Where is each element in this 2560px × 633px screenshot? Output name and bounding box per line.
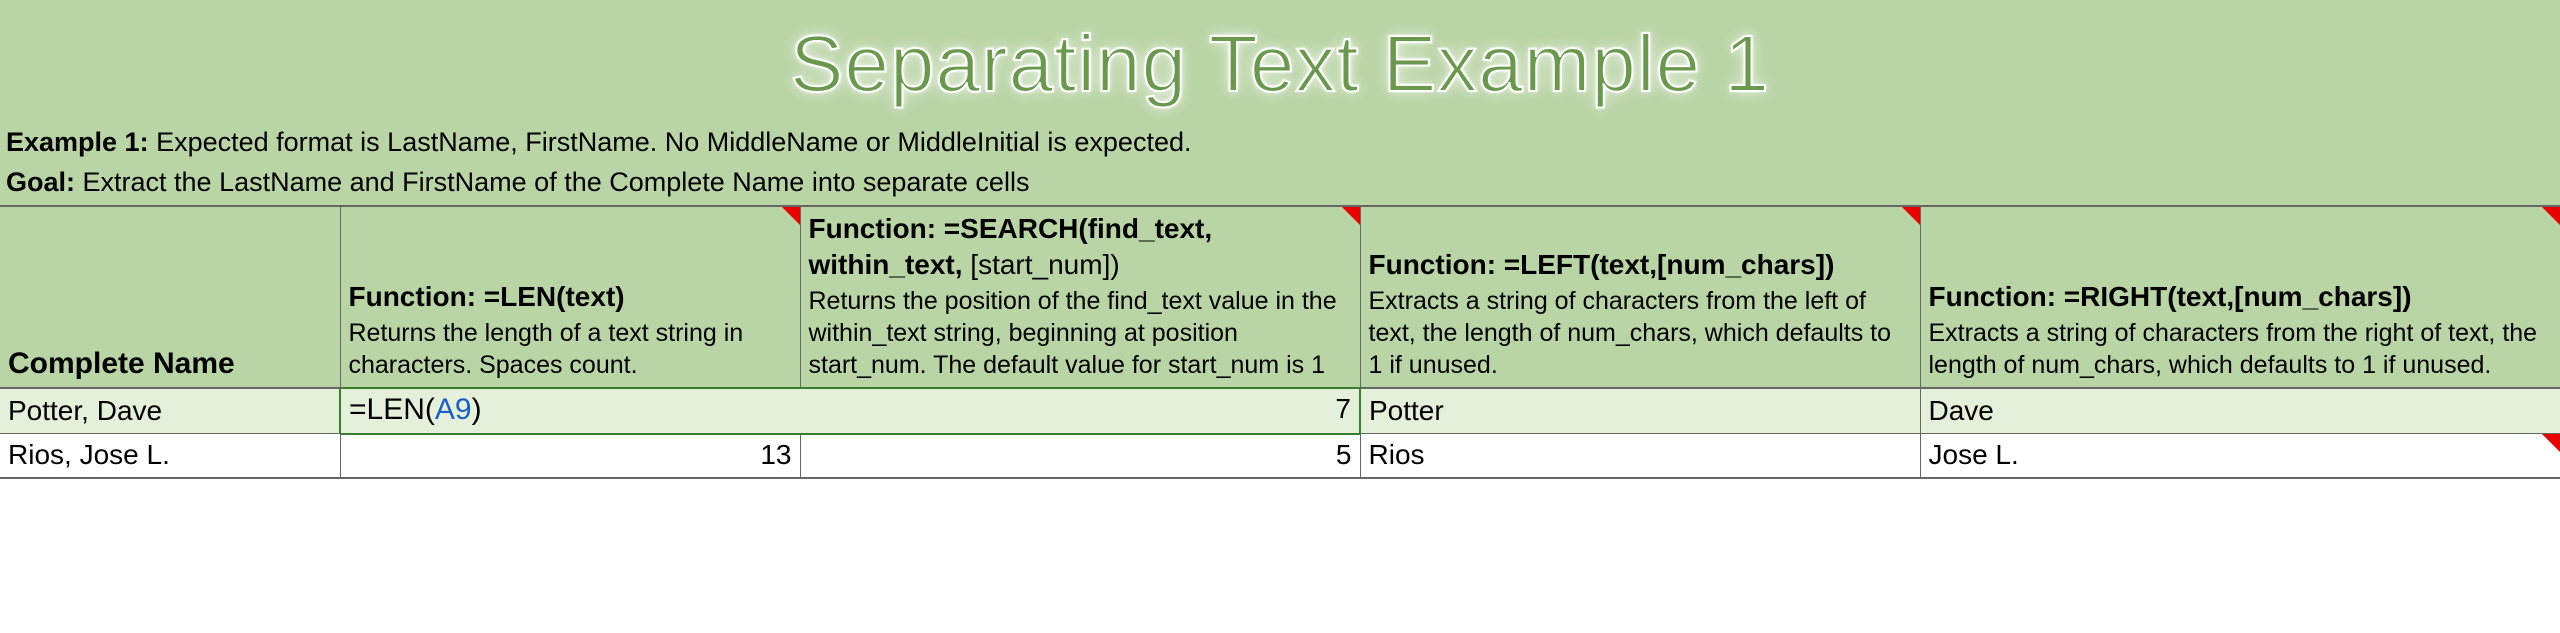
cell-left-0[interactable]: Potter [1360, 388, 1920, 434]
left-desc: Extracts a string of characters from the… [1369, 287, 1892, 379]
header-left: Function: =LEFT(text,[num_chars]) Extrac… [1360, 206, 1920, 388]
header-search: Function: =SEARCH(find_text, within_text… [800, 206, 1360, 388]
cell-right-0[interactable]: Dave [1920, 388, 2560, 434]
banner: Separating Text Example 1 [0, 0, 2560, 118]
cell-len-formula[interactable]: =LEN(A9) 7 [340, 388, 1360, 434]
page-title: Separating Text Example 1 [0, 18, 2560, 110]
cell-left-1[interactable]: Rios [1360, 434, 1920, 478]
header-right: Function: =RIGHT(text,[num_chars]) Extra… [1920, 206, 2560, 388]
example-line: Example 1: Expected format is LastName, … [6, 122, 2554, 162]
table-header-row: Complete Name Function: =LEN(text) Retur… [0, 206, 2560, 388]
example-text: Expected format is LastName, FirstName. … [149, 127, 1192, 157]
goal-label: Goal: [6, 167, 75, 197]
len-sig-prefix: Function: [349, 281, 484, 312]
cell-right-1[interactable]: Jose L. [1920, 434, 2560, 478]
intro-block: Example 1: Expected format is LastName, … [0, 118, 2560, 205]
left-sig-prefix: Function: [1369, 249, 1504, 280]
left-sig: =LEFT(text,[num_chars]) [1504, 249, 1835, 280]
formula-ref: A9 [435, 393, 472, 426]
spreadsheet-table: Complete Name Function: =LEN(text) Retur… [0, 205, 2560, 479]
len-sig: =LEN(text) [484, 281, 625, 312]
len-desc: Returns the length of a text string in c… [349, 319, 744, 379]
header-complete-name: Complete Name [0, 206, 340, 388]
goal-text: Extract the LastName and FirstName of th… [75, 167, 1029, 197]
search-sig-prefix: Function: [809, 213, 944, 244]
goal-line: Goal: Extract the LastName and FirstName… [6, 162, 2554, 202]
header-len: Function: =LEN(text) Returns the length … [340, 206, 800, 388]
cell-name-0[interactable]: Potter, Dave [0, 388, 340, 434]
search-sig-opt: [start_num]) [963, 249, 1120, 280]
cell-search-1[interactable]: 5 [800, 434, 1360, 478]
right-sig-prefix: Function: [1929, 281, 2064, 312]
formula-prefix: =LEN( [349, 393, 435, 426]
cell-search-0: 7 [1335, 393, 1351, 425]
right-desc: Extracts a string of characters from the… [1929, 319, 2538, 379]
cell-name-1[interactable]: Rios, Jose L. [0, 434, 340, 478]
search-desc: Returns the position of the find_text va… [809, 287, 1337, 379]
table-row: Rios, Jose L. 13 5 Rios Jose L. [0, 434, 2560, 478]
cell-len-1[interactable]: 13 [340, 434, 800, 478]
formula-suffix: ) [472, 393, 482, 426]
formula-text: =LEN(A9) [349, 393, 482, 426]
table-row: Potter, Dave =LEN(A9) 7 Potter Dave [0, 388, 2560, 434]
example-label: Example 1: [6, 127, 149, 157]
right-sig: =RIGHT(text,[num_chars]) [2064, 281, 2412, 312]
